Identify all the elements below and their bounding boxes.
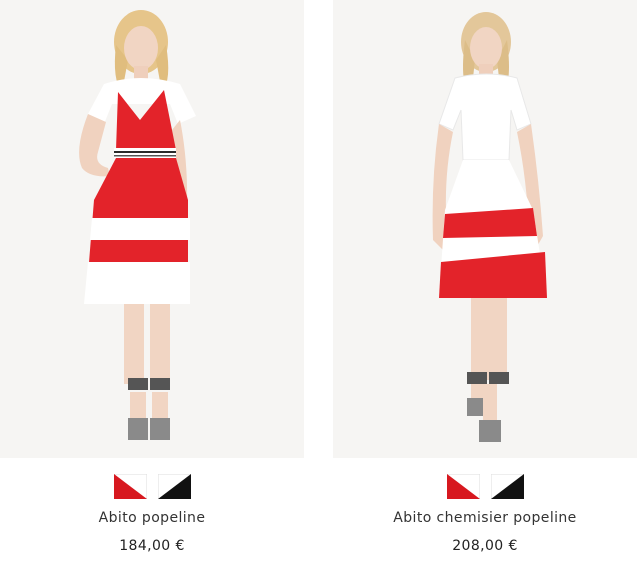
product-card-abito-popeline[interactable]: Abito popeline 184,00 € <box>0 0 304 582</box>
model-photo-illustration <box>79 10 196 440</box>
swatch-black-white[interactable] <box>157 474 191 499</box>
swatch-red-white[interactable] <box>113 474 147 499</box>
swatch-black-white[interactable] <box>490 474 524 499</box>
product-price: 184,00 € <box>119 538 185 554</box>
product-name[interactable]: Abito chemisier popeline <box>333 510 637 526</box>
swatch-red-white[interactable] <box>446 474 480 499</box>
product-name[interactable]: Abito popeline <box>0 510 304 526</box>
color-swatches <box>0 474 304 500</box>
product-price: 208,00 € <box>452 538 518 554</box>
color-swatches <box>333 474 637 500</box>
model-photo-illustration <box>432 12 547 442</box>
product-card-abito-chemisier-popeline[interactable]: Abito chemisier popeline 208,00 € <box>333 0 637 582</box>
product-image[interactable] <box>333 0 637 458</box>
product-image[interactable] <box>0 0 304 458</box>
